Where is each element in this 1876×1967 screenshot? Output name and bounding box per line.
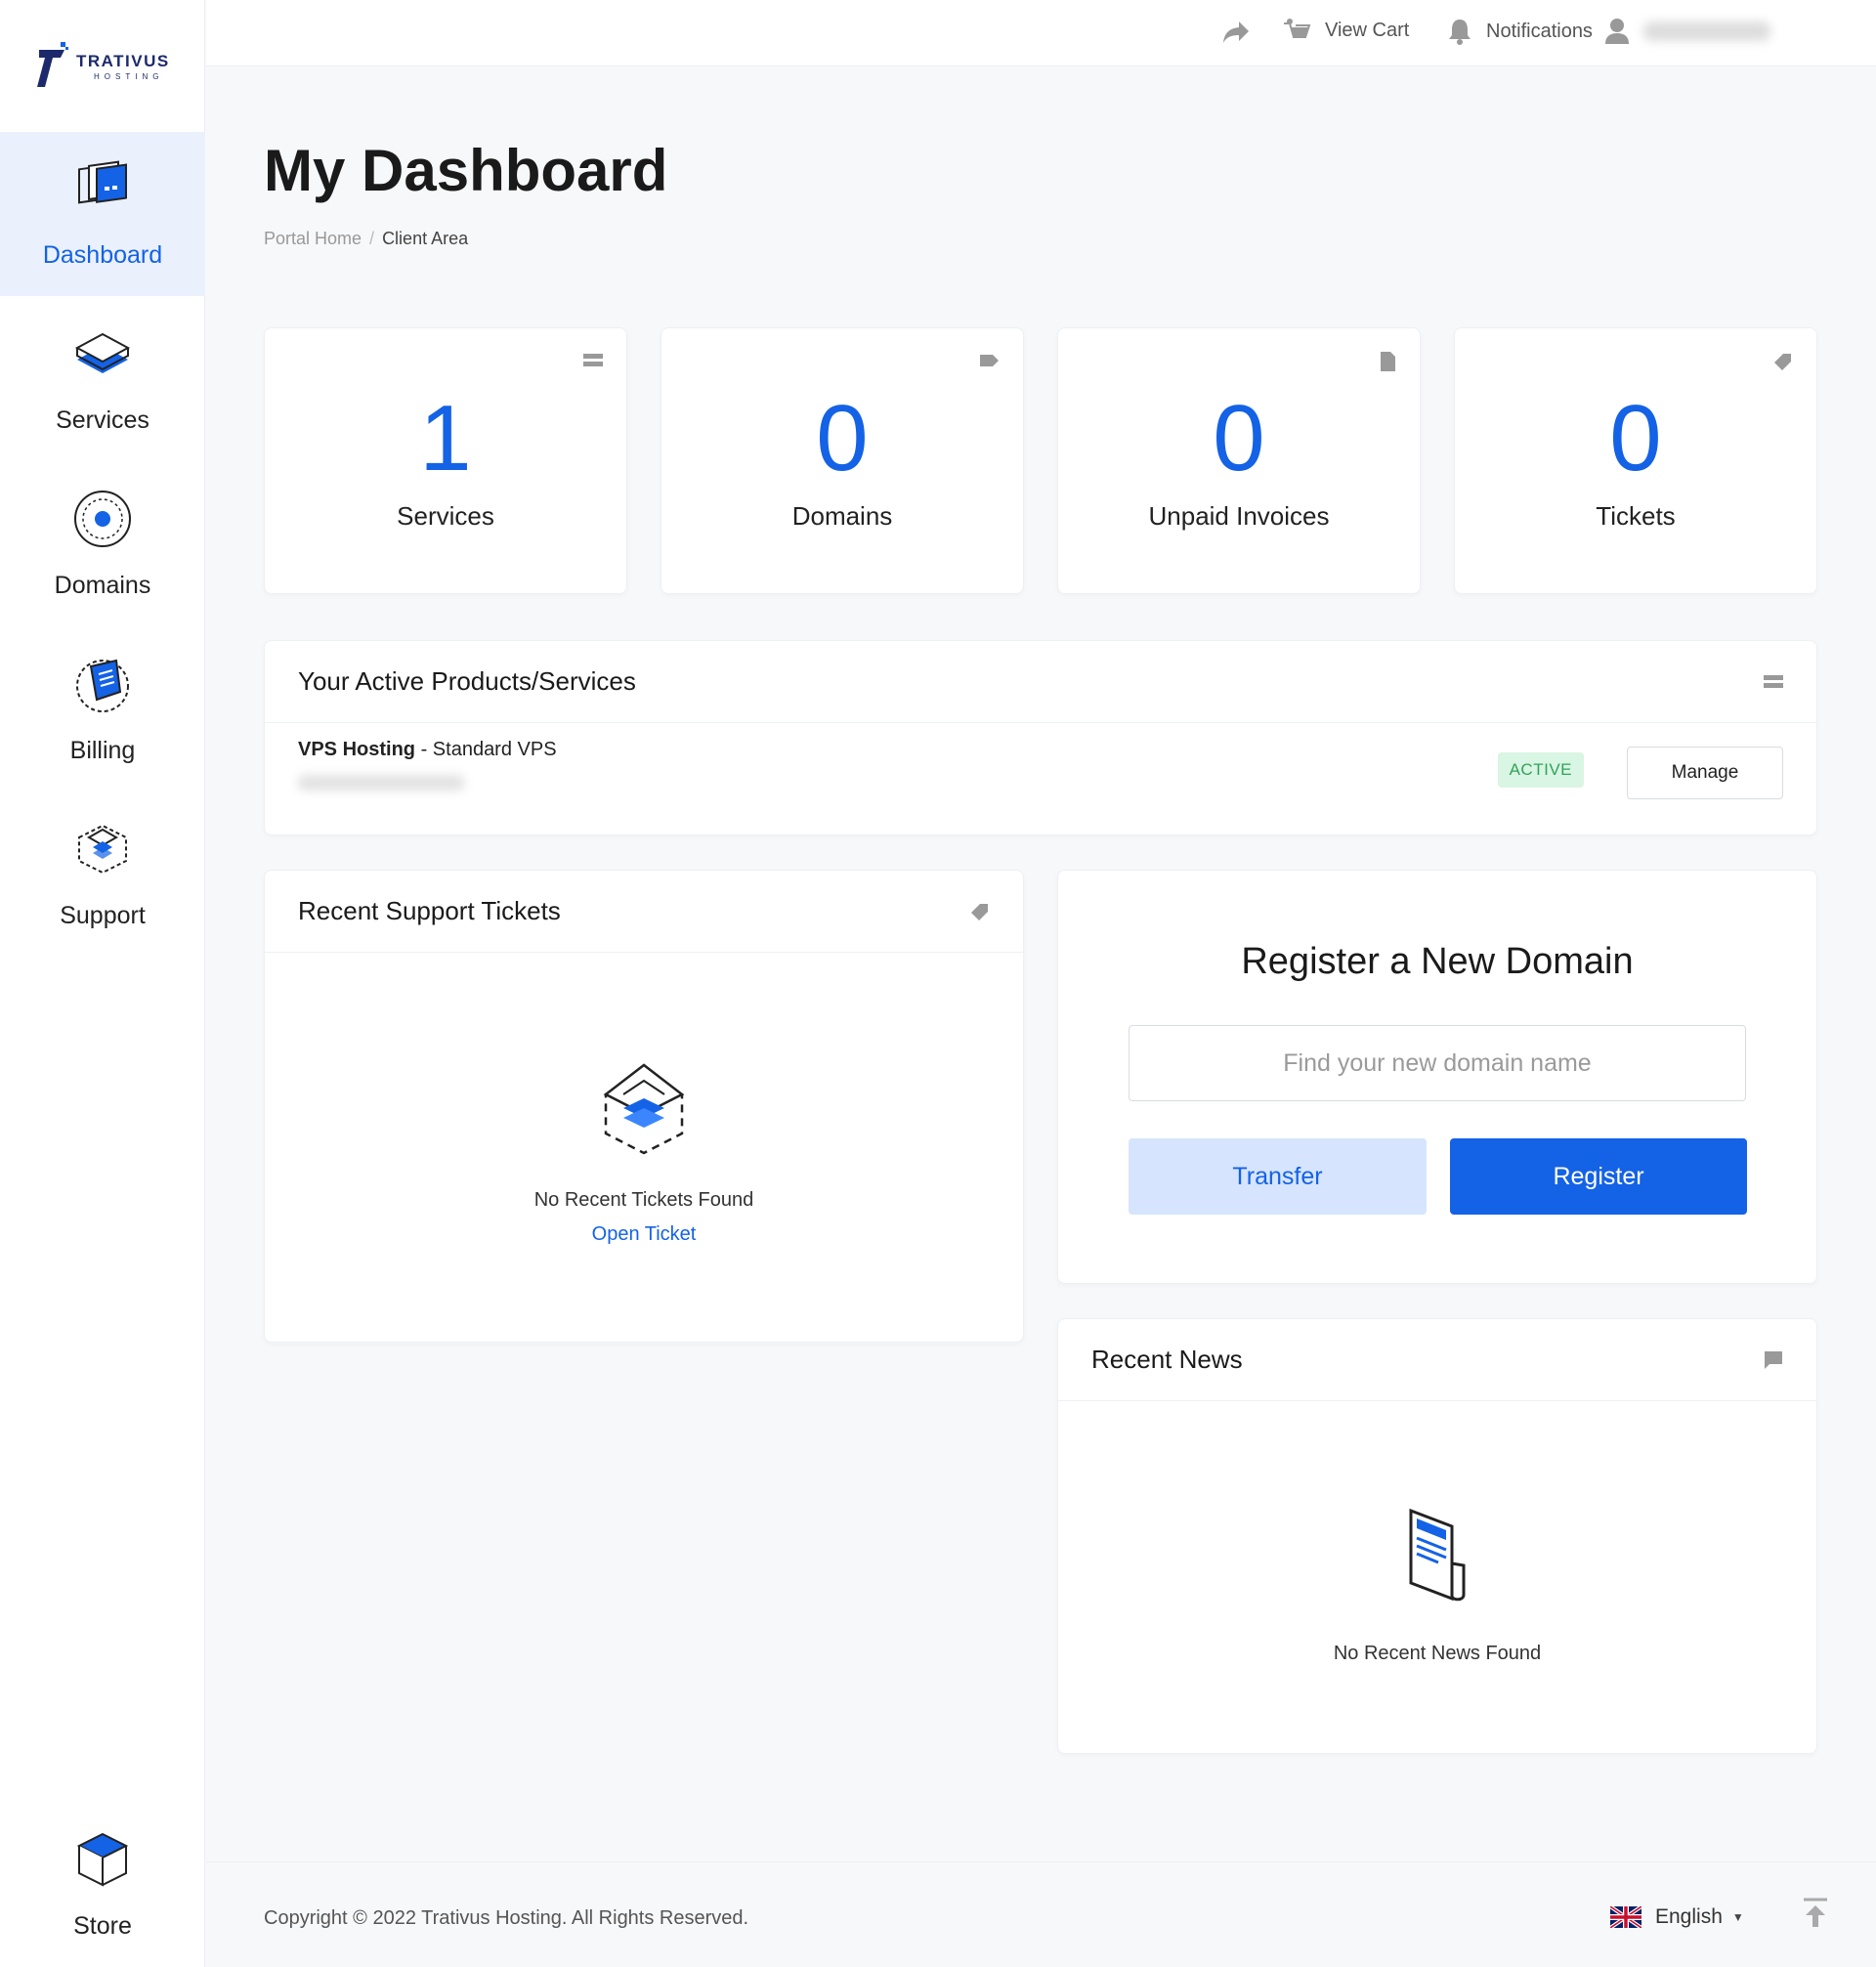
active-products-panel: Your Active Products/Services VPS Hostin…	[264, 640, 1817, 835]
billing-icon	[76, 659, 129, 712]
footer: Copyright © 2022 Trativus Hosting. All R…	[206, 1861, 1876, 1967]
stat-card-domains[interactable]: 0 Domains	[661, 327, 1024, 594]
service-separator: -	[415, 739, 433, 760]
panel-title: Recent Support Tickets	[298, 896, 561, 925]
sidebar-item-label: Dashboard	[42, 241, 163, 269]
sidebar-item-billing[interactable]: Billing	[0, 627, 205, 791]
breadcrumb: Portal Home / Client Area	[264, 229, 468, 249]
view-cart-button[interactable]: View Cart	[1282, 18, 1409, 43]
brand-name: TRATIVUS	[76, 51, 170, 70]
service-domain-redacted	[298, 775, 464, 791]
breadcrumb-current: Client Area	[382, 229, 469, 248]
status-badge: ACTIVE	[1497, 752, 1584, 788]
open-envelope-box-icon	[603, 1063, 685, 1155]
stat-card-services[interactable]: 1 Services	[264, 327, 627, 594]
user-menu[interactable]	[1604, 18, 1770, 45]
domain-search-input[interactable]	[1129, 1025, 1746, 1101]
domains-icon	[74, 491, 131, 547]
language-selector[interactable]: English ▼	[1610, 1905, 1744, 1929]
stat-value: 0	[816, 386, 869, 491]
ticket-tag-icon	[1774, 354, 1791, 370]
open-ticket-link[interactable]: Open Ticket	[592, 1223, 697, 1246]
stat-card-unpaid-invoices[interactable]: 0 Unpaid Invoices	[1057, 327, 1421, 594]
empty-text: No Recent News Found	[1333, 1643, 1542, 1664]
stat-card-tickets[interactable]: 0 Tickets	[1454, 327, 1817, 594]
sidebar-item-dashboard[interactable]: Dashboard	[0, 132, 205, 296]
page-title: My Dashboard	[264, 138, 668, 203]
ticket-tag-icon	[971, 903, 988, 920]
copyright-text: Copyright © 2022 Trativus Hosting. All R…	[264, 1907, 749, 1929]
register-button[interactable]: Register	[1450, 1138, 1747, 1215]
topbar: View Cart Notifications	[206, 0, 1876, 66]
stat-label: Unpaid Invoices	[1148, 501, 1330, 531]
stat-label: Tickets	[1596, 501, 1676, 531]
stat-label: Services	[397, 501, 494, 531]
notifications-button[interactable]: Notifications	[1447, 18, 1593, 45]
sidebar-item-store[interactable]: Store	[0, 1803, 205, 1967]
brand-logo[interactable]: TRATIVUS HOSTING	[35, 37, 172, 96]
notifications-label: Notifications	[1486, 20, 1593, 42]
server-icon	[583, 354, 603, 366]
manage-button[interactable]: Manage	[1627, 747, 1783, 799]
sidebar-item-services[interactable]: Services	[0, 297, 205, 461]
empty-text: No Recent Tickets Found	[533, 1189, 754, 1211]
support-icon	[78, 824, 127, 875]
domain-title: Register a New Domain	[1241, 941, 1634, 982]
stat-value: 1	[419, 386, 472, 491]
cart-icon	[1284, 19, 1311, 38]
share-button[interactable]	[1221, 20, 1264, 45]
sidebar: TRATIVUS HOSTING Dashboard Services Doma…	[0, 0, 205, 1967]
view-cart-label: View Cart	[1325, 19, 1410, 41]
tickets-empty-state: No Recent Tickets Found Open Ticket	[265, 1061, 1023, 1246]
service-row: VPS Hosting - Standard VPS ACTIVE Manage	[298, 739, 1783, 807]
tag-icon	[980, 355, 999, 366]
share-icon	[1223, 21, 1249, 43]
stat-label: Domains	[791, 501, 893, 531]
stat-value: 0	[1609, 386, 1662, 491]
sidebar-item-label: Domains	[54, 572, 151, 599]
language-label: English	[1655, 1905, 1723, 1928]
sidebar-item-support[interactable]: Support	[0, 792, 205, 957]
comment-icon	[1765, 1350, 1782, 1369]
sidebar-item-label: Support	[60, 902, 146, 929]
brand-sub: HOSTING	[94, 71, 164, 81]
services-icon	[74, 332, 131, 373]
transfer-button[interactable]: Transfer	[1129, 1138, 1427, 1215]
chevron-down-icon: ▼	[1731, 1910, 1744, 1924]
store-icon	[76, 1832, 129, 1887]
back-to-top-icon[interactable]	[1796, 1894, 1835, 1933]
uk-flag-icon	[1610, 1906, 1642, 1928]
panel-title: Recent News	[1091, 1345, 1243, 1374]
newspaper-icon	[1409, 1508, 1466, 1602]
service-product: VPS Hosting	[298, 739, 416, 760]
breadcrumb-separator: /	[369, 229, 375, 248]
service-plan: Standard VPS	[432, 739, 557, 760]
sidebar-item-label: Services	[56, 406, 149, 434]
panel-title: Your Active Products/Services	[298, 666, 636, 696]
user-icon	[1605, 19, 1629, 44]
register-domain-panel: Register a New Domain Transfer Register	[1057, 870, 1817, 1284]
bell-icon	[1449, 20, 1471, 45]
file-icon	[1381, 352, 1395, 371]
recent-news-panel: Recent News No Recent News Found	[1057, 1318, 1817, 1754]
recent-tickets-panel: Recent Support Tickets No Recent Tickets…	[264, 870, 1024, 1343]
user-name-redacted	[1643, 21, 1770, 41]
breadcrumb-home[interactable]: Portal Home	[264, 229, 362, 248]
sidebar-item-domains[interactable]: Domains	[0, 462, 205, 626]
sidebar-item-label: Billing	[69, 737, 136, 764]
dashboard-icon	[78, 160, 127, 204]
news-empty-state: No Recent News Found	[1058, 1505, 1816, 1665]
sidebar-item-label: Store	[73, 1912, 132, 1940]
server-icon	[1764, 674, 1783, 688]
logo-mark-icon	[37, 42, 68, 87]
stat-value: 0	[1213, 386, 1265, 491]
